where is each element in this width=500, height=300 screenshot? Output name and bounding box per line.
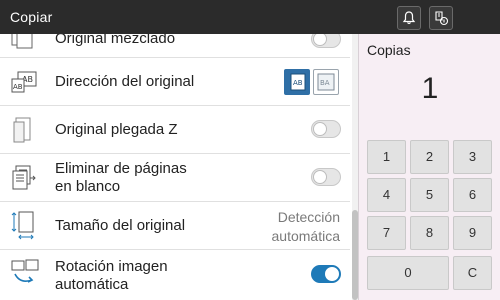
mixed-original-icon <box>10 34 36 55</box>
list-item-original-direction[interactable]: AB AB Dirección del original AB BA <box>0 58 350 106</box>
copies-value: 1 <box>421 72 439 105</box>
list-item-label-line2: en blanco <box>55 178 121 195</box>
original-size-value: Detección automática <box>271 209 340 244</box>
list-item-label: Original mezclado <box>55 34 176 47</box>
list-item-z-folded[interactable]: Original plegada Z <box>0 106 350 154</box>
keypad-1[interactable]: 1 <box>367 140 406 174</box>
list-item-label: Rotación imagen <box>55 258 168 275</box>
list-item-label: Eliminar de páginas <box>55 160 187 177</box>
list-item-remove-blank[interactable]: Eliminar de páginas en blanco <box>0 154 350 202</box>
keypad-6[interactable]: 6 <box>453 178 492 212</box>
svg-text:AB: AB <box>13 83 23 91</box>
keypad-clear-button[interactable]: C <box>453 256 492 290</box>
keypad-5[interactable]: 5 <box>410 178 449 212</box>
list-item-mixed-original[interactable]: Original mezclado <box>0 34 350 58</box>
svg-text:BA: BA <box>320 79 330 87</box>
original-size-icon <box>10 210 38 247</box>
list-item-auto-rotation[interactable]: Rotación imagen automática <box>0 250 350 300</box>
keypad-4[interactable]: 4 <box>367 178 406 212</box>
direction-normal-button[interactable]: AB <box>284 69 310 95</box>
auto-rotation-icon <box>10 258 40 293</box>
original-direction-icon: AB AB <box>10 71 40 98</box>
auto-rotation-toggle[interactable] <box>311 265 341 283</box>
svg-text:AB: AB <box>293 79 303 87</box>
title-bar: Copiar <box>0 0 500 34</box>
remove-blank-pages-icon <box>10 164 38 197</box>
list-item-label: Original plegada Z <box>55 121 178 138</box>
mixed-original-toggle[interactable] <box>311 34 341 48</box>
remove-blank-toggle[interactable] <box>311 168 341 186</box>
settings-list: Original mezclado AB AB Dirección del or… <box>0 34 358 300</box>
keypad-9[interactable]: 9 <box>453 216 492 250</box>
copies-panel: Copias 1 1 2 3 4 5 6 7 8 9 0 C <box>358 34 500 300</box>
copies-label: Copias <box>367 42 411 58</box>
keypad-3[interactable]: 3 <box>453 140 492 174</box>
list-item-label: Dirección del original <box>55 73 195 90</box>
bell-icon[interactable] <box>397 6 421 30</box>
keypad-2[interactable]: 2 <box>410 140 449 174</box>
keypad-8[interactable]: 8 <box>410 216 449 250</box>
job-status-icon[interactable] <box>429 6 453 30</box>
list-item-label: Tamaño del original <box>55 217 186 234</box>
z-folded-icon <box>10 116 36 149</box>
list-item-label-line2: automática <box>55 276 129 293</box>
keypad-0[interactable]: 0 <box>367 256 449 290</box>
z-folded-toggle[interactable] <box>311 120 341 138</box>
direction-rotated-button[interactable]: BA <box>313 69 339 95</box>
keypad-7[interactable]: 7 <box>367 216 406 250</box>
app-title: Copiar <box>10 9 53 25</box>
list-item-original-size[interactable]: Tamaño del original Detección automática <box>0 202 350 250</box>
